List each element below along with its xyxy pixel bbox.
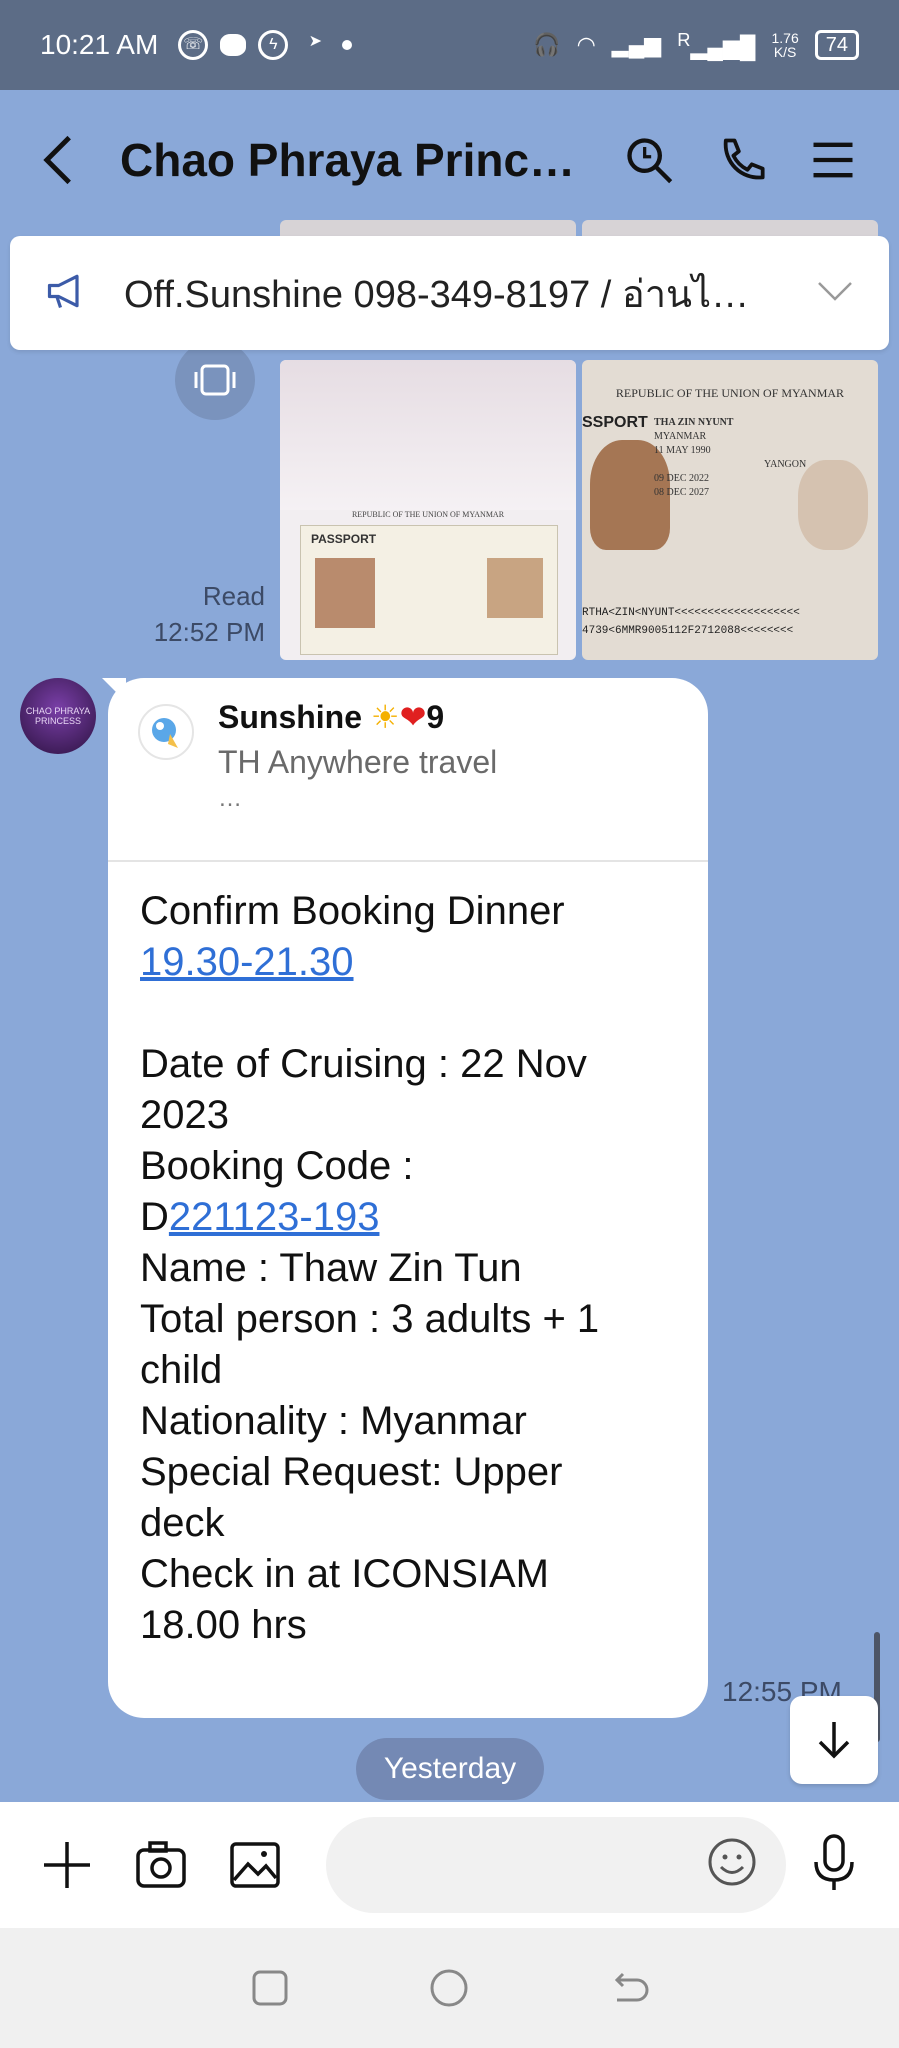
wifi-icon: ◠ — [576, 31, 596, 57]
status-right: 🎧 ◠ ▂▄▆ R▂▄▆█ 1.76 K/S 74 — [533, 29, 859, 60]
share-icon — [194, 364, 236, 396]
chat-title: Chao Phraya Princ… — [120, 134, 576, 186]
forwarded-sender[interactable]: Sunshine ☀❤9 TH Anywhere travel … — [138, 698, 497, 813]
message-line: Date of Cruising : 22 Nov — [140, 1042, 587, 1086]
read-status: Read — [202, 581, 265, 611]
message-line: Special Request: Upper — [140, 1450, 563, 1494]
passport-mrz: RTHA<ZIN<NYUNT<<<<<<<<<<<<<<<<<<< 4739<6… — [582, 604, 878, 640]
avatar[interactable]: CHAO PHRAYA PRINCESS — [20, 678, 96, 754]
read-receipt: Read 12:52 PM — [154, 578, 265, 650]
microphone-icon — [814, 1834, 854, 1890]
net-speed: 1.76 K/S — [772, 31, 799, 59]
headphones-icon: 🎧 — [533, 31, 561, 57]
passport-label: SSPORT — [582, 414, 648, 431]
message-line: Booking Code : — [140, 1144, 414, 1188]
passport-ghost-photo — [798, 460, 868, 550]
signal-r-icon: R▂▄▆█ — [677, 29, 756, 60]
recents-icon[interactable] — [248, 1966, 292, 2010]
date-separator: Yesterday — [356, 1738, 544, 1800]
avatar-text: CHAO PHRAYA PRINCESS — [25, 706, 91, 726]
emoji-button[interactable] — [706, 1836, 758, 1893]
chat-bubble-icon — [220, 34, 247, 56]
back-nav-icon[interactable] — [607, 1966, 651, 2010]
sender-more: … — [218, 785, 242, 812]
passport-image-2[interactable]: REPUBLIC OF THE UNION OF MYANMAR SSPORT … — [582, 360, 878, 660]
net-speed-unit: K/S — [773, 43, 797, 60]
dot-icon — [342, 40, 353, 50]
message-line: child — [140, 1348, 223, 1392]
passport-place: YANGON — [764, 459, 807, 470]
emoji-icon — [708, 1838, 756, 1886]
divider — [108, 860, 708, 862]
message-line: Name : Thaw Zin Tun — [140, 1246, 522, 1290]
search-icon[interactable] — [623, 134, 675, 186]
heart-icon: ❤ — [399, 699, 427, 735]
travel-logo-icon — [152, 718, 178, 748]
passport-dob: 11 MAY 1990 — [654, 445, 711, 456]
passport-label: PASSPORT — [311, 532, 377, 546]
message-text: Confirm Booking Dinner 19.30-21.30 Date … — [140, 886, 680, 1651]
camera-icon[interactable] — [134, 1838, 188, 1892]
menu-icon[interactable] — [807, 134, 859, 186]
booking-code-prefix: D — [140, 1195, 169, 1239]
read-time: 12:52 PM — [153, 617, 265, 647]
message-line: 2023 — [140, 1093, 229, 1137]
sun-icon: ☀ — [370, 699, 400, 735]
passport-page-background — [280, 360, 576, 510]
status-bar: 10:21 AM ☏ ϟ ➤ 🎧 ◠ ▂▄▆ R▂▄▆█ 1.76 K/S 74 — [0, 0, 899, 90]
chat-header: Chao Phraya Princ… — [0, 90, 899, 230]
sender-name: Sunshine — [218, 699, 363, 735]
message-line: Nationality : Myanmar — [140, 1399, 527, 1443]
notification-icons: ☏ ϟ ➤ — [178, 30, 353, 60]
telegram-icon: ➤ — [308, 33, 323, 50]
message-line: Confirm Booking Dinner — [140, 889, 565, 933]
message-line: deck — [140, 1501, 225, 1545]
status-time: 10:21 AM — [40, 29, 159, 60]
arrow-down-icon — [818, 1722, 850, 1759]
composer-bar — [0, 1802, 899, 1928]
message-line: Check in at ICONSIAM — [140, 1552, 550, 1596]
megaphone-icon — [44, 269, 88, 318]
image-icon[interactable] — [228, 1838, 282, 1892]
passport-nationality: MYANMAR — [654, 431, 707, 442]
sender-suffix: 9 — [426, 699, 445, 735]
messenger-icon: ϟ — [258, 30, 289, 60]
passport-header: REPUBLIC OF THE UNION OF MYANMAR — [351, 510, 505, 519]
sender-avatar — [138, 704, 194, 760]
system-nav-bar — [0, 1928, 899, 2048]
signal-icon: ▂▄▆ — [611, 31, 662, 57]
microphone-button[interactable] — [808, 1834, 860, 1897]
passport-info: THA ZIN NYUNT MYANMAR 11 MAY 1990 YANGON… — [654, 416, 806, 500]
battery-icon: 74 — [814, 29, 859, 60]
passport-mrz-line1: RTHA<ZIN<NYUNT<<<<<<<<<<<<<<<<<<< — [582, 607, 800, 619]
passport-name: THA ZIN NYUNT — [654, 417, 734, 428]
passport-expiry: 08 DEC 2027 — [654, 487, 709, 498]
passport-header: REPUBLIC OF THE UNION OF MYANMAR — [615, 386, 845, 400]
passport-photo-secondary — [487, 558, 543, 618]
sender-subtitle: TH Anywhere travel — [218, 744, 498, 780]
passport-image-1[interactable]: REPUBLIC OF THE UNION OF MYANMAR PASSPOR… — [280, 360, 576, 660]
passport-issue: 09 DEC 2022 — [654, 473, 709, 484]
passport-photo — [315, 558, 375, 628]
announcement-text: Off.Sunshine 098-349-8197 / อ่านไ… — [124, 273, 750, 316]
plus-icon[interactable] — [40, 1838, 94, 1892]
announcement-bar[interactable]: Off.Sunshine 098-349-8197 / อ่านไ… — [10, 236, 889, 350]
chevron-down-icon[interactable] — [815, 279, 855, 308]
booking-code-link[interactable]: 221123-193 — [169, 1195, 380, 1239]
scroll-to-bottom-button[interactable] — [790, 1696, 878, 1784]
home-icon[interactable] — [427, 1966, 471, 2010]
message-bubble[interactable]: Sunshine ☀❤9 TH Anywhere travel … Confir… — [108, 678, 708, 1718]
share-button[interactable] — [175, 340, 255, 420]
message-line: Total person : 3 adults + 1 — [140, 1297, 600, 1341]
back-button[interactable] — [40, 130, 90, 190]
phone-icon[interactable] — [715, 134, 767, 186]
passport-mrz-line2: 4739<6MMR9005112F2712088<<<<<<<< — [582, 625, 794, 637]
viber-icon: ☏ — [178, 30, 209, 60]
passport-data-page: PASSPORT — [300, 525, 558, 655]
sender-name-row: Sunshine ☀❤9 — [218, 698, 497, 736]
chevron-left-icon — [43, 135, 71, 185]
message-line: 18.00 hrs — [140, 1603, 307, 1647]
time-link[interactable]: 19.30-21.30 — [140, 940, 354, 984]
